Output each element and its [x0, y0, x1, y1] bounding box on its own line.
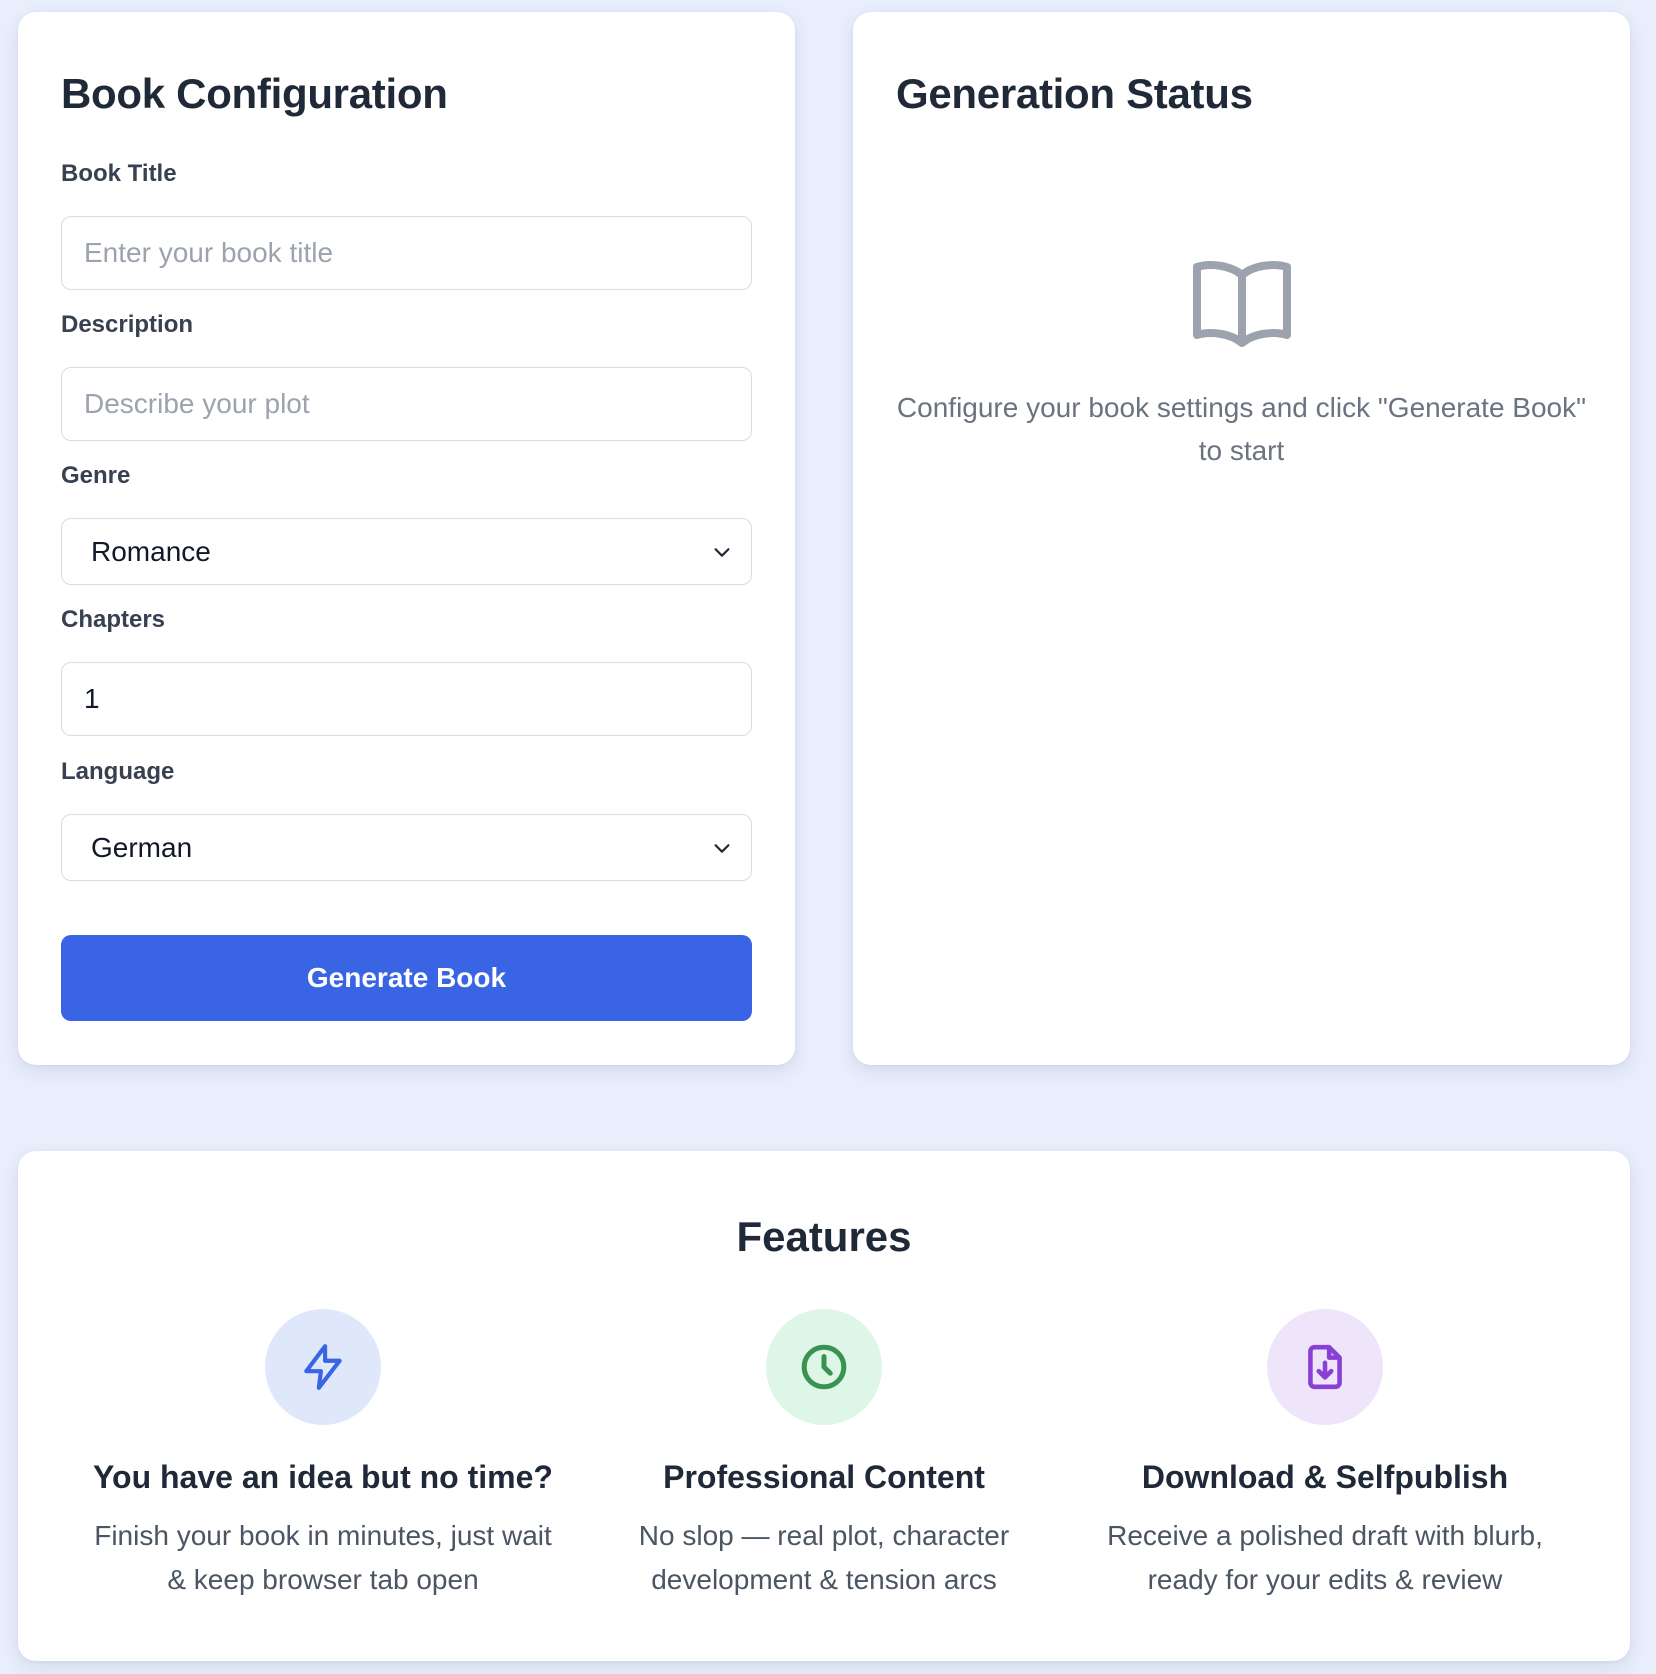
generation-status-card: Generation Status Configure your book se… — [853, 12, 1630, 1065]
generate-book-button[interactable]: Generate Book — [61, 935, 752, 1021]
description-label: Description — [61, 311, 194, 338]
genre-select[interactable]: Romance — [61, 518, 752, 585]
lightning-icon — [304, 1344, 342, 1390]
feature-description: Receive a polished draft with blurb, rea… — [1107, 1520, 1543, 1595]
status-title: Generation Status — [896, 70, 1253, 117]
file-download-icon — [1308, 1344, 1342, 1390]
feature-title: You have an idea but no time? — [93, 1459, 553, 1495]
feature-icon-circle — [265, 1309, 381, 1425]
feature-description: Finish your book in minutes, just wait &… — [94, 1520, 552, 1595]
chevron-down-icon — [714, 843, 730, 853]
book-title-placeholder: Enter your book title — [84, 237, 334, 268]
feature-title: Professional Content — [663, 1459, 985, 1495]
feature-icon-circle — [766, 1309, 882, 1425]
chapters-input[interactable]: 1 — [61, 662, 752, 736]
features-card: Features You have an idea but no time? F… — [18, 1151, 1630, 1661]
feature-item: You have an idea but no time? Finish you… — [66, 1309, 580, 1602]
status-message: Configure your book settings and click "… — [896, 392, 1587, 466]
language-selected-value: German — [91, 831, 193, 863]
chapters-value: 1 — [84, 683, 100, 714]
feature-item: Professional Content No slop — real plot… — [567, 1309, 1081, 1602]
feature-item: Download & Selfpublish Receive a polishe… — [1068, 1309, 1582, 1602]
feature-description: No slop — real plot, character developme… — [638, 1520, 1010, 1595]
features-title: Features — [736, 1213, 912, 1260]
language-label: Language — [61, 758, 175, 785]
description-placeholder: Describe your plot — [84, 388, 310, 419]
genre-selected-value: Romance — [91, 535, 211, 567]
open-book-icon — [1193, 261, 1291, 347]
feature-icon-circle — [1267, 1309, 1383, 1425]
feature-title: Download & Selfpublish — [1141, 1459, 1509, 1495]
genre-label: Genre — [61, 462, 131, 489]
config-title: Book Configuration — [61, 70, 448, 117]
clock-icon — [801, 1344, 847, 1390]
description-input[interactable]: Describe your plot — [61, 367, 752, 441]
language-select[interactable]: German — [61, 814, 752, 881]
chevron-down-icon — [714, 547, 730, 557]
book-configuration-card: Book Configuration Book Title Enter your… — [18, 12, 795, 1065]
chapters-label: Chapters — [61, 606, 166, 633]
book-title-label: Book Title — [61, 160, 177, 187]
book-title-input[interactable]: Enter your book title — [61, 216, 752, 290]
